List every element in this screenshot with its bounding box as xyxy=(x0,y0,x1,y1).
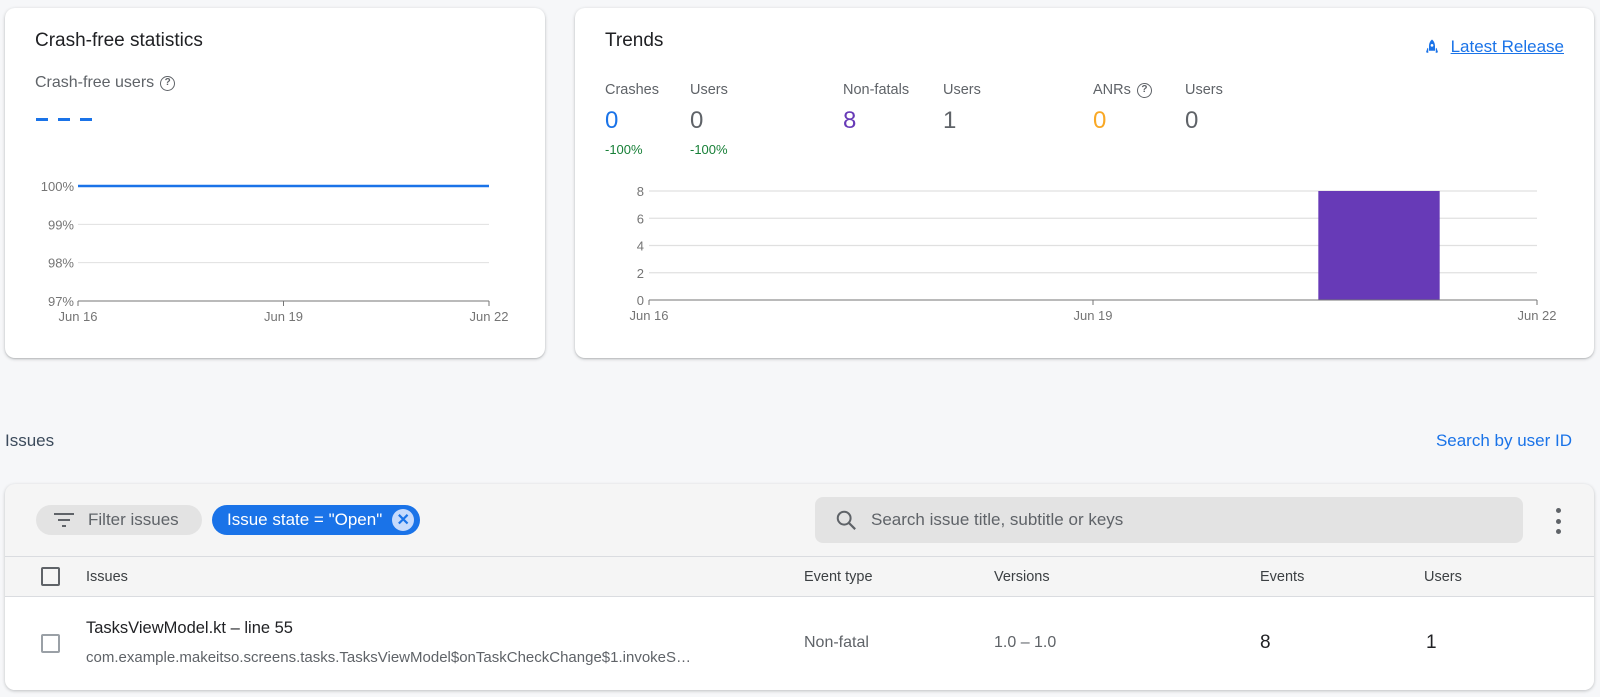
issues-card: Filter issues Issue state = "Open" ✕ Iss… xyxy=(5,484,1594,690)
column-versions[interactable]: Versions xyxy=(994,569,1050,585)
y-tick-label: 98% xyxy=(48,256,74,271)
table-header: Issues Event type Versions Events Users xyxy=(5,556,1594,597)
issue-state-filter-chip[interactable]: Issue state = "Open" ✕ xyxy=(212,505,420,535)
column-events[interactable]: Events xyxy=(1260,569,1304,585)
y-tick-label: 2 xyxy=(637,266,644,281)
crash-free-line-chart: 97% 98% 99% 100% Jun 16 Jun 19 Jun 22 xyxy=(41,179,509,324)
y-tick-label: 6 xyxy=(637,211,644,226)
x-tick-label: Jun 22 xyxy=(1517,308,1556,323)
trends-bar-chart: 0 2 4 6 8 Jun 16 Jun 19 Jun 22 xyxy=(629,184,1556,323)
issue-file: TasksViewModel.kt xyxy=(86,619,227,637)
x-tick-label: Jun 19 xyxy=(1073,308,1112,323)
y-tick-label: 100% xyxy=(41,179,75,194)
column-users[interactable]: Users xyxy=(1424,569,1462,585)
y-tick-label: 99% xyxy=(48,217,74,232)
table-row[interactable]: TasksViewModel.kt – line 55 com.example.… xyxy=(5,597,1594,690)
x-tick-label: Jun 16 xyxy=(629,308,668,323)
x-tick-label: Jun 16 xyxy=(58,309,97,324)
issues-section-label: Issues xyxy=(5,431,55,450)
crash-free-statistics-card: Crash-free statistics Crash-free users ?… xyxy=(5,8,545,358)
close-icon[interactable]: ✕ xyxy=(392,509,415,531)
filter-icon xyxy=(54,513,74,527)
users-cell: 1 xyxy=(1426,632,1437,653)
versions-cell: 1.0 – 1.0 xyxy=(994,634,1057,651)
search-input[interactable] xyxy=(871,510,1471,530)
column-issues[interactable]: Issues xyxy=(86,569,128,585)
search-icon xyxy=(836,510,856,530)
y-tick-label: 8 xyxy=(637,184,644,199)
select-all-checkbox[interactable] xyxy=(41,567,60,586)
issue-state-label: Issue state = "Open" xyxy=(227,510,383,529)
issue-search-field[interactable] xyxy=(815,497,1523,543)
issue-line: – line 55 xyxy=(226,619,293,637)
trends-card: Trends Latest Release Crashes 0 -100% Users… xyxy=(575,8,1594,358)
x-tick-label: Jun 22 xyxy=(469,309,508,324)
filter-issues-button[interactable]: Filter issues xyxy=(36,505,202,535)
more-options-icon[interactable] xyxy=(1551,508,1565,534)
column-event-type[interactable]: Event type xyxy=(804,569,873,585)
y-tick-label: 0 xyxy=(637,293,644,308)
y-tick-label: 97% xyxy=(48,294,74,309)
issue-title[interactable]: TasksViewModel.kt – line 55 xyxy=(86,619,293,638)
row-checkbox[interactable] xyxy=(41,634,60,653)
search-by-user-id-link[interactable]: Search by user ID xyxy=(1436,431,1572,451)
filter-issues-label: Filter issues xyxy=(88,510,179,529)
x-tick-label: Jun 19 xyxy=(264,309,303,324)
bar xyxy=(1318,191,1440,300)
event-type-cell: Non-fatal xyxy=(804,634,869,651)
issue-subtitle: com.example.makeitso.screens.tasks.Tasks… xyxy=(86,649,692,666)
events-cell: 8 xyxy=(1260,632,1271,653)
y-tick-label: 4 xyxy=(637,239,644,254)
